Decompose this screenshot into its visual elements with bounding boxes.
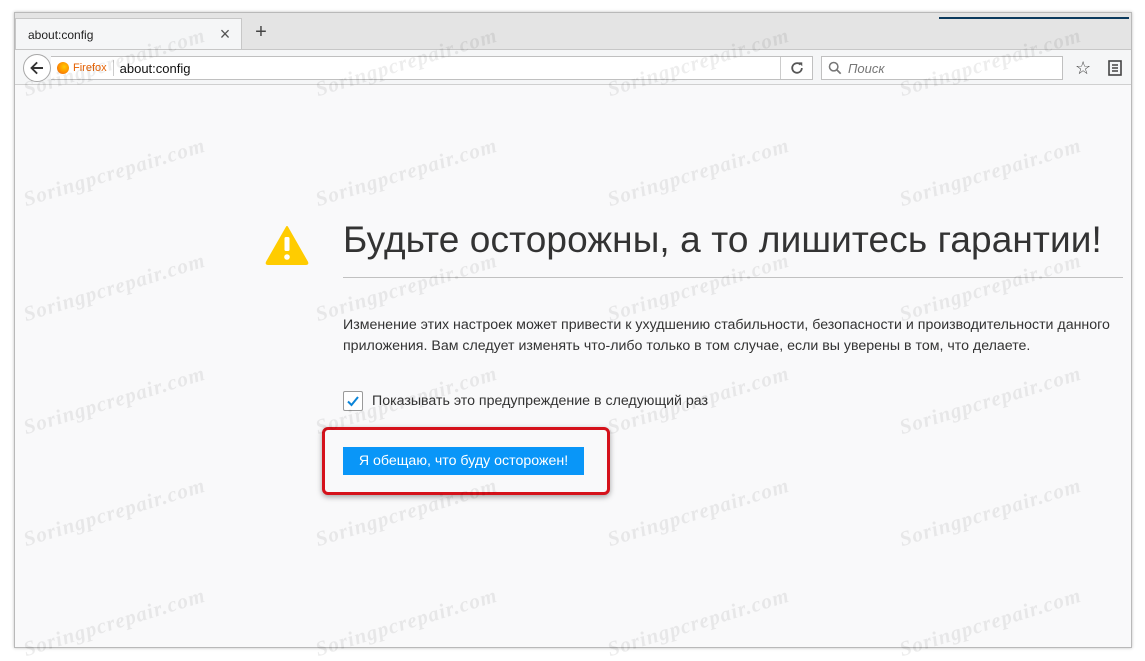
- identity-box[interactable]: Firefox: [51, 60, 114, 76]
- close-icon[interactable]: ×: [217, 24, 233, 44]
- warning-description: Изменение этих настроек может привести к…: [343, 317, 1110, 354]
- search-input[interactable]: Поиск: [848, 61, 885, 76]
- plus-icon[interactable]: +: [251, 19, 271, 45]
- reload-icon: [790, 62, 803, 74]
- browser-window: about:config × + Firefox about:config По…: [14, 12, 1132, 648]
- warning-icon: [265, 226, 309, 265]
- reload-button[interactable]: [780, 57, 812, 79]
- page-title: Будьте осторожны, а то лишитесь гарантии…: [343, 219, 1102, 260]
- titlebar-accent: [939, 17, 1129, 19]
- back-arrow-icon: [30, 61, 43, 75]
- search-bar[interactable]: Поиск: [821, 56, 1063, 80]
- show-warning-option: Показывать это предупреждение в следующи…: [343, 391, 708, 411]
- tab-about-config[interactable]: about:config ×: [15, 18, 242, 50]
- star-icon[interactable]: ☆: [1075, 58, 1091, 78]
- page-content: Будьте осторожны, а то лишитесь гарантии…: [15, 85, 1131, 647]
- show-warning-checkbox[interactable]: [343, 391, 363, 411]
- title-divider: [343, 277, 1123, 278]
- tab-title: about:config: [28, 27, 94, 42]
- url-input[interactable]: about:config: [114, 61, 780, 76]
- search-icon: [828, 61, 842, 75]
- checkmark-icon: [347, 396, 359, 407]
- reader-list-icon[interactable]: [1107, 59, 1123, 77]
- tab-strip: about:config × +: [15, 13, 1131, 50]
- url-bar[interactable]: Firefox about:config: [51, 56, 813, 80]
- show-warning-label[interactable]: Показывать это предупреждение в следующи…: [372, 393, 708, 409]
- identity-label: Firefox: [73, 62, 107, 74]
- firefox-icon: [57, 62, 69, 74]
- navigation-bar: Firefox about:config Поиск ☆: [15, 49, 1131, 85]
- accept-risk-button[interactable]: Я обещаю, что буду осторожен!: [343, 447, 584, 475]
- back-button[interactable]: [23, 54, 51, 82]
